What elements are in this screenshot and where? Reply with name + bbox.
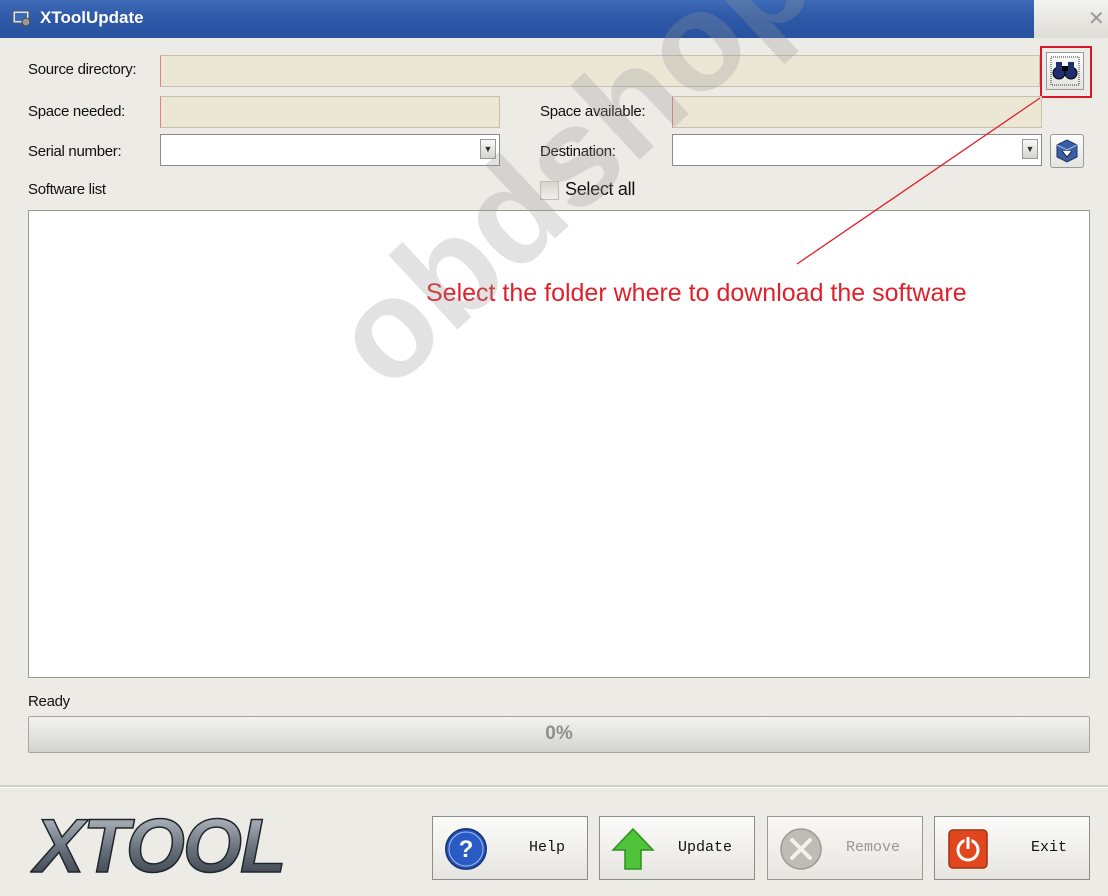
help-button-label: Help (528, 839, 565, 856)
source-directory-field[interactable] (160, 55, 1040, 87)
remove-button[interactable]: Remove (767, 816, 923, 880)
logo-text: XTOOL (30, 804, 284, 886)
destination-drive-button[interactable] (1050, 134, 1084, 168)
help-button[interactable]: ? Help (432, 816, 588, 880)
serial-number-select[interactable]: ▼ (160, 134, 500, 166)
progress-text: 0% (545, 723, 573, 744)
window-title: XToolUpdate (40, 8, 144, 27)
svg-text:?: ? (459, 836, 474, 863)
select-all-label[interactable]: Select all (565, 179, 635, 200)
space-needed-field (160, 96, 500, 128)
remove-icon (780, 828, 822, 870)
destination-select[interactable]: ▼ (672, 134, 1042, 166)
title-bar (0, 0, 1108, 38)
xtool-logo: XTOOL (30, 803, 287, 886)
chevron-down-icon[interactable]: ▼ (1022, 139, 1038, 159)
space-available-label: Space available: (540, 103, 646, 120)
drive-icon (1056, 139, 1078, 163)
exit-button-label: Exit (1030, 839, 1067, 856)
status-text: Ready (28, 693, 70, 710)
power-icon (948, 829, 988, 869)
update-button[interactable]: Update (599, 816, 755, 880)
update-button-label: Update (677, 839, 732, 856)
select-all-checkbox[interactable] (540, 181, 559, 200)
exit-button[interactable]: Exit (934, 816, 1090, 880)
chevron-down-icon[interactable]: ▼ (480, 139, 496, 159)
destination-label: Destination: (540, 143, 616, 160)
app-icon (12, 10, 31, 27)
serial-number-label: Serial number: (28, 143, 122, 160)
space-needed-label: Space needed: (28, 103, 126, 120)
binoculars-icon (1050, 56, 1080, 86)
software-list-label: Software list (28, 181, 106, 198)
remove-button-label: Remove (845, 839, 900, 856)
up-arrow-icon (611, 827, 655, 870)
space-available-field (672, 96, 1042, 128)
annotation-text: Select the folder where to download the … (426, 279, 967, 307)
help-icon: ? (445, 828, 487, 870)
source-directory-label: Source directory: (28, 61, 137, 78)
divider (0, 785, 1108, 788)
progress-bar: 0% (28, 716, 1090, 753)
browse-folder-button[interactable] (1046, 52, 1084, 90)
close-icon[interactable]: ✕ (1088, 6, 1105, 31)
